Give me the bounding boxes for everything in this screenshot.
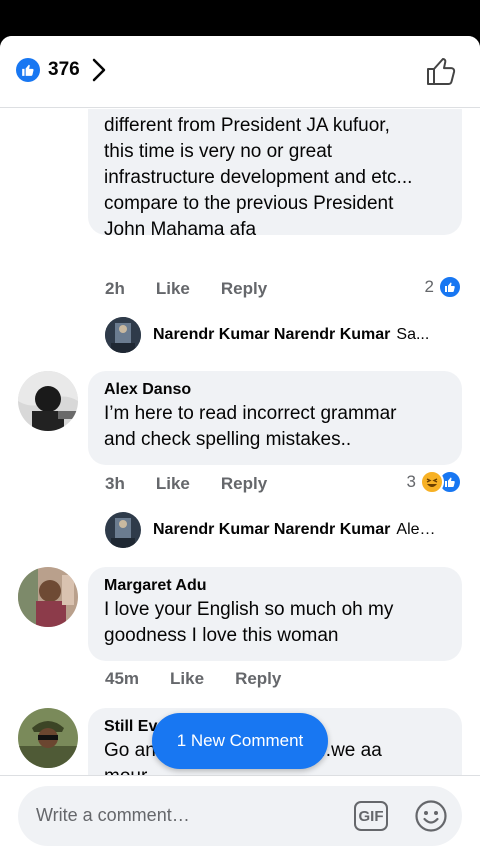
comment-text-line: and check spelling mistakes..	[104, 429, 352, 450]
reactions-header: 376	[0, 36, 480, 108]
reply-button[interactable]: Reply	[221, 279, 267, 299]
comment-text-line: I love your English so much oh my	[104, 599, 394, 620]
comments-feed[interactable]: different from President JA kufuor, this…	[0, 109, 480, 775]
reactions-summary[interactable]: 376	[16, 58, 106, 82]
avatar[interactable]	[18, 567, 78, 627]
comment-time: 45m	[105, 669, 140, 688]
haha-reaction-icon	[420, 470, 444, 494]
reply-author: Narendr Kumar Narendr Kumar	[153, 326, 391, 343]
comment-time: 2h	[105, 279, 125, 298]
comment-bubble: Alex Danso I’m here to read incorrect gr…	[88, 371, 462, 465]
like-reaction-icon	[438, 275, 462, 299]
emoji-icon[interactable]	[414, 799, 448, 833]
like-button[interactable]: Like	[156, 474, 190, 494]
comment-text-line: compare to the previous President	[104, 193, 394, 214]
reply-button[interactable]: Reply	[221, 474, 267, 494]
avatar	[105, 317, 141, 353]
comment-bubble: Margaret Adu I love your English so much…	[88, 567, 462, 661]
like-reaction-icon	[16, 58, 40, 82]
comment-text-line: I’m here to read incorrect grammar	[104, 403, 397, 424]
reply-text: Alex...	[396, 521, 441, 538]
avatar[interactable]	[18, 708, 78, 768]
reply-preview[interactable]: Narendr Kumar Narendr Kumar Sa...	[105, 317, 440, 353]
comment-author[interactable]: Margaret Adu	[104, 575, 446, 597]
comment-actions: 2h Like Reply	[105, 279, 298, 299]
avatar[interactable]	[18, 371, 78, 431]
comment-text-line: this time is very no or great	[104, 141, 333, 162]
like-button[interactable]: Like	[156, 279, 190, 299]
comment-bubble: different from President JA kufuor, this…	[88, 109, 462, 240]
gif-button[interactable]: GIF	[354, 801, 388, 831]
reaction-count: 2	[424, 277, 434, 296]
comment-composer: Write a comment… GIF	[0, 775, 480, 854]
comment-text-line: goodness I love this woman	[104, 625, 339, 646]
comment-text-line: different from President JA kufuor,	[104, 115, 390, 136]
comment-placeholder: Write a comment…	[36, 805, 190, 825]
reply-author: Narendr Kumar Narendr Kumar	[153, 521, 391, 538]
reply-text: Sa...	[396, 326, 430, 343]
comments-sheet: 376 different from President JA kufuor, …	[0, 36, 480, 854]
comment-author[interactable]: Alex Danso	[104, 379, 446, 401]
new-comment-button[interactable]: 1 New Comment	[152, 713, 328, 769]
comment-text-line: infrastructure development and etc...	[104, 167, 413, 188]
reaction-count: 376	[48, 59, 80, 80]
comment-input[interactable]: Write a comment… GIF	[18, 786, 462, 846]
comment-reactions[interactable]: 3	[407, 470, 462, 494]
comment-actions: 3h Like Reply	[105, 474, 298, 494]
like-button[interactable]: Like	[170, 669, 204, 689]
thumbs-up-icon[interactable]	[424, 54, 458, 88]
reaction-count: 3	[406, 472, 416, 491]
comment-actions: 45m Like Reply	[105, 669, 312, 689]
avatar	[105, 512, 141, 548]
comment-time: 3h	[105, 474, 125, 493]
reply-button[interactable]: Reply	[235, 669, 281, 689]
chevron-right-icon	[92, 58, 105, 82]
comment-text-line: John Mahama afa	[104, 219, 257, 240]
reply-preview[interactable]: Narendr Kumar Narendr Kumar Alex...	[105, 512, 440, 548]
comment-reactions[interactable]: 2	[425, 275, 462, 299]
